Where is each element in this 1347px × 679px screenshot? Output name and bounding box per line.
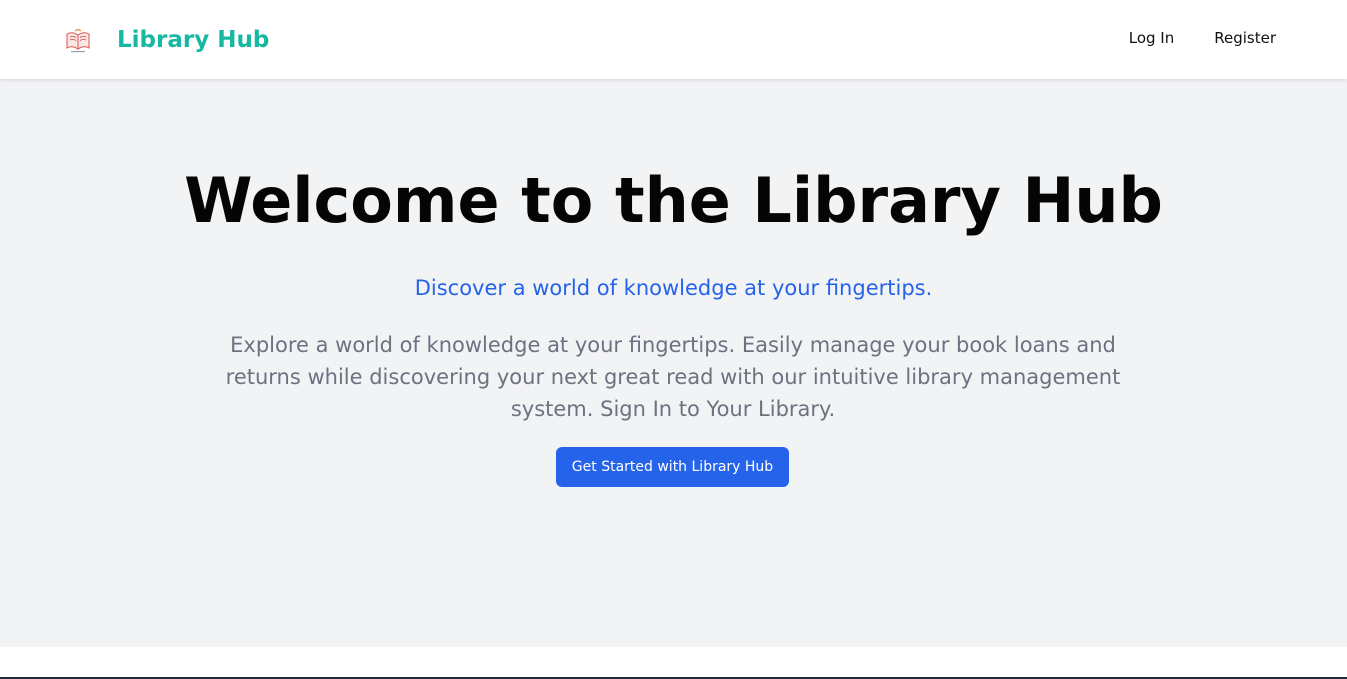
- page-title: Welcome to the Library Hub: [184, 164, 1163, 237]
- brand-home-link[interactable]: Library Hub: [63, 22, 269, 58]
- hero-description: Explore a world of knowledge at your fin…: [225, 333, 1121, 421]
- hero-section: Welcome to the Library Hub Discover a wo…: [0, 79, 1347, 647]
- header-nav: Log In Register: [1129, 29, 1276, 47]
- open-book-logo-icon: [63, 25, 93, 55]
- get-started-button[interactable]: Get Started with Library Hub: [556, 447, 789, 487]
- login-link[interactable]: Log In: [1129, 29, 1175, 47]
- brand-name: Library Hub: [117, 27, 270, 53]
- register-link[interactable]: Register: [1214, 29, 1276, 47]
- hero-subtitle: Discover a world of knowledge at your fi…: [414, 276, 933, 300]
- top-navbar: Library Hub Log In Register: [0, 0, 1347, 79]
